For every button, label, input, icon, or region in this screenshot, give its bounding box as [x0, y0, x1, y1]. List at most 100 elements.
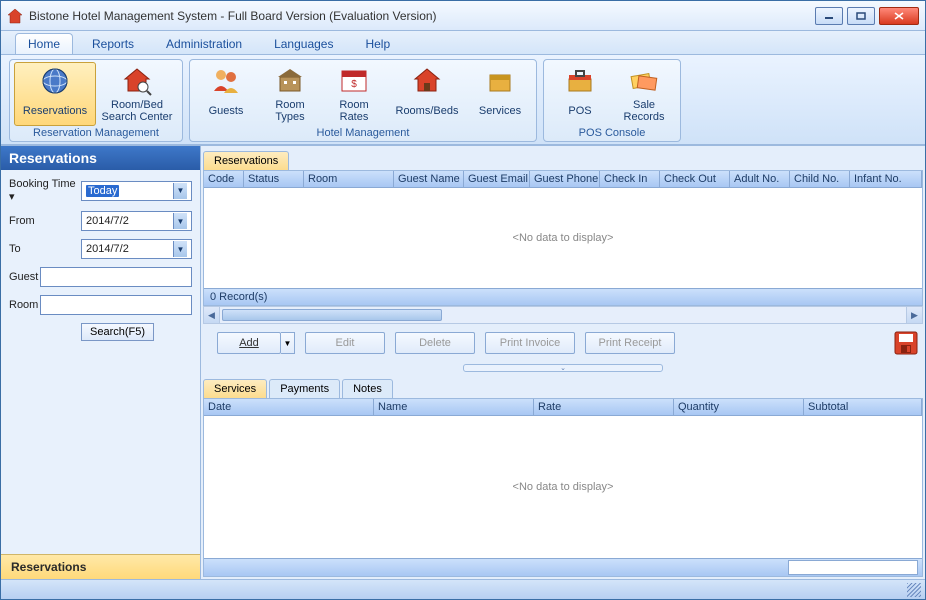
- booking-time-label: Booking Time ▾: [9, 178, 81, 203]
- chevron-down-icon[interactable]: ⌄: [463, 364, 663, 372]
- from-date-combo[interactable]: 2014/7/2▼: [81, 211, 192, 231]
- to-date-combo[interactable]: 2014/7/2▼: [81, 239, 192, 259]
- col-code[interactable]: Code: [204, 171, 244, 187]
- room-label: Room: [9, 299, 40, 311]
- col-room[interactable]: Room: [304, 171, 394, 187]
- chevron-down-icon[interactable]: ▼: [173, 213, 187, 229]
- ribbon-pos[interactable]: POS: [548, 62, 612, 126]
- col-guest-name[interactable]: Guest Name: [394, 171, 464, 187]
- page-tab-reservations[interactable]: Reservations: [203, 151, 289, 170]
- booking-time-combo[interactable]: Today▼: [81, 181, 192, 201]
- app-window: Bistone Hotel Management System - Full B…: [0, 0, 926, 600]
- col-infant-no[interactable]: Infant No.: [850, 171, 922, 187]
- ribbon-group-hotel-management: Guests Room Types $ Room Rates Rooms/Bed…: [189, 59, 537, 142]
- menu-administration[interactable]: Administration: [153, 33, 255, 54]
- col-subtotal[interactable]: Subtotal: [804, 399, 922, 415]
- room-input[interactable]: [40, 295, 192, 315]
- splitter-collapse[interactable]: ⌄: [203, 362, 923, 374]
- detail-empty-message: <No data to display>: [204, 416, 922, 558]
- tab-notes[interactable]: Notes: [342, 379, 393, 398]
- menu-bar: Home Reports Administration Languages He…: [1, 31, 925, 55]
- action-toolbar: Add ▼ Edit Delete Print Invoice Print Re…: [203, 324, 923, 362]
- horizontal-scrollbar[interactable]: ◀ ▶: [203, 306, 923, 324]
- menu-languages[interactable]: Languages: [261, 33, 346, 54]
- window-title: Bistone Hotel Management System - Full B…: [29, 9, 815, 23]
- ribbon-guests[interactable]: Guests: [194, 62, 258, 126]
- maximize-button[interactable]: [847, 7, 875, 25]
- calendar-rate-icon: $: [338, 65, 370, 97]
- menu-help[interactable]: Help: [352, 33, 403, 54]
- guest-input[interactable]: [40, 267, 192, 287]
- ribbon-group-title: Hotel Management: [194, 126, 532, 141]
- globe-icon: [39, 65, 71, 97]
- close-button[interactable]: [879, 7, 919, 25]
- resize-grip[interactable]: [907, 583, 921, 597]
- col-guest-phone[interactable]: Guest Phone: [530, 171, 600, 187]
- col-quantity[interactable]: Quantity: [674, 399, 804, 415]
- house-icon: [411, 65, 443, 97]
- scroll-thumb[interactable]: [222, 309, 442, 321]
- print-receipt-button[interactable]: Print Receipt: [585, 332, 675, 354]
- ribbon-group-pos-console: POS Sale Records POS Console: [543, 59, 681, 142]
- svg-text:$: $: [351, 79, 357, 90]
- add-button[interactable]: Add: [217, 332, 281, 354]
- scroll-right-arrow[interactable]: ▶: [906, 307, 922, 323]
- ribbon-services[interactable]: Services: [468, 62, 532, 126]
- people-icon: [210, 65, 242, 97]
- col-check-out[interactable]: Check Out: [660, 171, 730, 187]
- detail-grid-header: Date Name Rate Quantity Subtotal: [204, 399, 922, 416]
- scroll-track[interactable]: [220, 307, 906, 323]
- ribbon-room-bed-search-center[interactable]: Room/Bed Search Center: [96, 62, 178, 126]
- search-button[interactable]: Search(F5): [81, 323, 154, 341]
- save-icon[interactable]: [893, 330, 919, 356]
- col-status[interactable]: Status: [244, 171, 304, 187]
- sidebar-footer[interactable]: Reservations: [1, 554, 200, 579]
- add-dropdown[interactable]: ▼: [281, 332, 295, 354]
- col-rate[interactable]: Rate: [534, 399, 674, 415]
- search-form: Booking Time ▾ Today▼ From 2014/7/2▼ To …: [1, 170, 200, 349]
- minimize-button[interactable]: [815, 7, 843, 25]
- to-label: To: [9, 243, 81, 255]
- sidebar: Reservations Booking Time ▾ Today▼ From …: [1, 146, 201, 579]
- ribbon-group-title: Reservation Management: [14, 126, 178, 141]
- delete-button[interactable]: Delete: [395, 332, 475, 354]
- house-search-icon: [121, 65, 153, 97]
- ribbon-room-rates[interactable]: $ Room Rates: [322, 62, 386, 126]
- ribbon-room-types[interactable]: Room Types: [258, 62, 322, 126]
- col-check-in[interactable]: Check In: [600, 171, 660, 187]
- services-grid: Date Name Rate Quantity Subtotal <No dat…: [203, 398, 923, 577]
- col-guest-email[interactable]: Guest Email: [464, 171, 530, 187]
- scroll-left-arrow[interactable]: ◀: [204, 307, 220, 323]
- ribbon-group-reservation-management: Reservations Room/Bed Search Center Rese…: [9, 59, 183, 142]
- main-panel: Reservations Code Status Room Guest Name…: [201, 146, 925, 579]
- detail-tabs: Services Payments Notes: [203, 376, 923, 398]
- menu-home[interactable]: Home: [15, 33, 73, 54]
- grid-empty-message: <No data to display>: [204, 188, 922, 288]
- building-icon: [274, 65, 306, 97]
- money-notes-icon: [628, 65, 660, 97]
- ribbon-sale-records[interactable]: Sale Records: [612, 62, 676, 126]
- tab-services[interactable]: Services: [203, 379, 267, 398]
- chevron-down-icon[interactable]: ▼: [173, 183, 187, 199]
- col-name[interactable]: Name: [374, 399, 534, 415]
- tab-payments[interactable]: Payments: [269, 379, 340, 398]
- record-count: 0 Record(s): [204, 288, 922, 305]
- col-adult-no[interactable]: Adult No.: [730, 171, 790, 187]
- menu-reports[interactable]: Reports: [79, 33, 147, 54]
- status-bar: [1, 579, 925, 599]
- window-buttons: [815, 7, 919, 25]
- summary-row: [204, 558, 922, 576]
- col-child-no[interactable]: Child No.: [790, 171, 850, 187]
- ribbon: Reservations Room/Bed Search Center Rese…: [1, 55, 925, 145]
- subtotal-summary: [788, 560, 918, 575]
- edit-button[interactable]: Edit: [305, 332, 385, 354]
- chevron-down-icon[interactable]: ▼: [173, 241, 187, 257]
- toolbox-icon: [564, 65, 596, 97]
- ribbon-reservations[interactable]: Reservations: [14, 62, 96, 126]
- app-icon: [7, 8, 23, 24]
- print-invoice-button[interactable]: Print Invoice: [485, 332, 575, 354]
- sidebar-title: Reservations: [1, 146, 200, 170]
- from-label: From: [9, 215, 81, 227]
- ribbon-rooms-beds[interactable]: Rooms/Beds: [386, 62, 468, 126]
- col-date[interactable]: Date: [204, 399, 374, 415]
